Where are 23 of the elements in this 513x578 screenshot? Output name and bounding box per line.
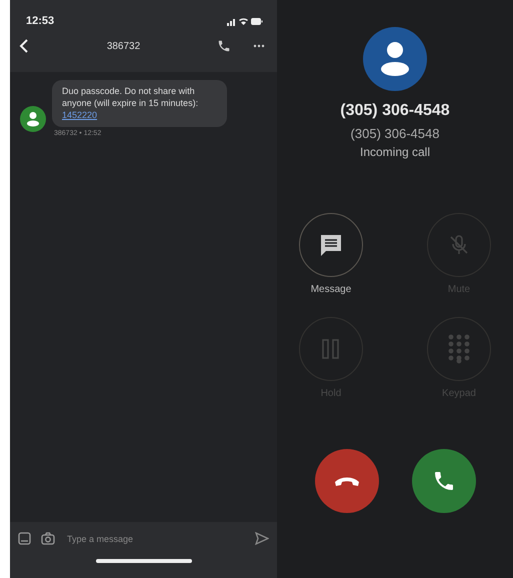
send-icon[interactable] [255,532,269,545]
message-icon [318,232,344,258]
hang-up-icon [334,475,360,487]
message-text: Duo passcode. Do not share with anyone (will expire in 15 minutes): [62,85,200,109]
gallery-icon[interactable] [18,532,31,545]
call-status: Incoming call [360,145,430,159]
more-icon[interactable] [253,44,265,48]
status-icons [227,16,263,26]
back-icon[interactable] [18,38,30,54]
passcode-link[interactable]: 1452220 [62,110,98,120]
message-action-button[interactable] [299,213,363,277]
keypad-icon [448,334,470,364]
conversation-title: 386732 [106,40,142,52]
avatar-icon [20,106,46,132]
message-input[interactable]: Type a message [65,532,245,544]
status-time: 12:53 [26,15,54,27]
camera-icon[interactable] [41,532,55,545]
caller-avatar-icon [363,27,427,91]
caller-number: (305) 306-4548 [350,126,440,141]
pause-icon [321,338,341,360]
caller-name: (305) 306-4548 [340,102,450,120]
phone-icon[interactable] [217,39,231,53]
action-label: Message [310,284,352,295]
